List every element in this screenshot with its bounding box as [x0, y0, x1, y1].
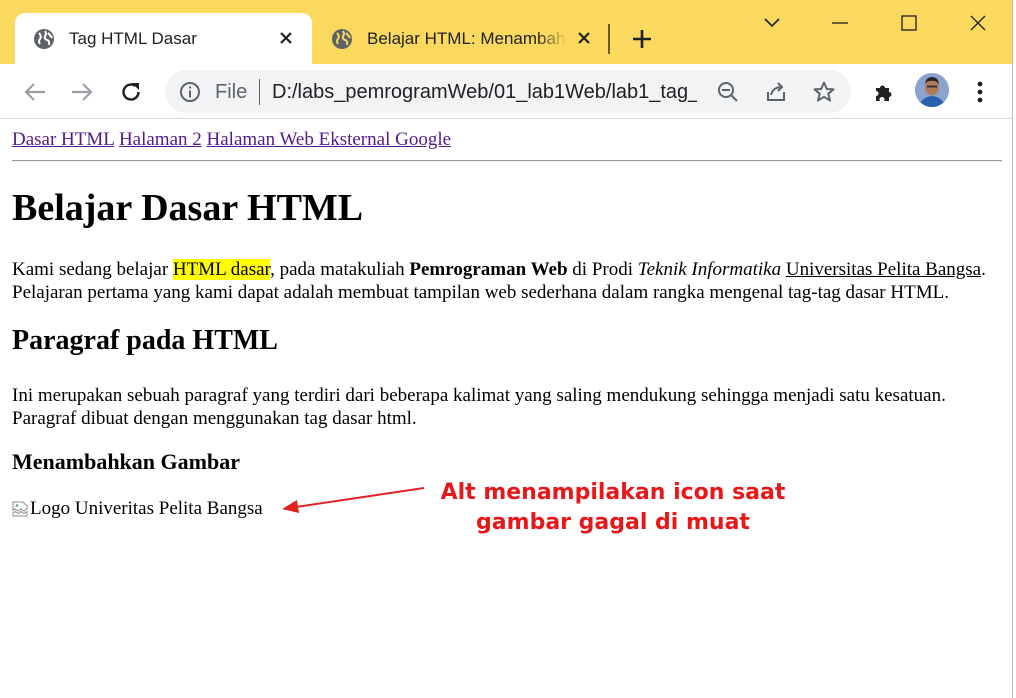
bold-text: Pemrograman Web	[409, 259, 568, 280]
link-dasar-html[interactable]: Dasar HTML	[12, 129, 114, 150]
bookmark-star-icon[interactable]	[812, 80, 836, 104]
back-button[interactable]	[18, 75, 52, 109]
avatar-icon	[915, 73, 949, 107]
paragraph-paragraf: Ini merupakan sebuah paragraf yang terdi…	[12, 385, 946, 429]
zoom-out-icon[interactable]	[716, 80, 740, 104]
image-alt-text: Logo Univeritas Pelita Bangsa	[30, 498, 263, 519]
annotation-text: Alt menampilakan icon saat gambar gagal …	[430, 478, 796, 538]
extensions-button[interactable]	[870, 78, 898, 106]
underlined-text: Universitas Pelita Bangsa	[785, 259, 982, 280]
minimize-icon	[832, 22, 848, 24]
address-bar[interactable]: File D:/labs_pemrogramWeb/01_lab1Web/lab…	[165, 70, 851, 113]
close-tab-icon[interactable]	[574, 28, 594, 48]
link-halaman-2[interactable]: Halaman 2	[119, 129, 202, 150]
arrow-right-icon	[72, 83, 93, 101]
tab-search-button[interactable]	[752, 6, 792, 40]
section-heading-paragraf: Paragraf pada HTML	[12, 325, 278, 356]
browser-toolbar: File D:/labs_pemrogramWeb/01_lab1Web/lab…	[0, 64, 1016, 119]
page-title: Belajar Dasar HTML	[12, 187, 364, 229]
maximize-button[interactable]	[889, 6, 929, 40]
url-text[interactable]: D:/labs_pemrogramWeb/01_lab1Web/lab1_tag…	[272, 81, 697, 104]
arrow-left-icon	[24, 83, 45, 101]
annotation-arrow	[282, 487, 425, 513]
kebab-menu-icon	[977, 81, 983, 103]
info-icon[interactable]	[179, 81, 201, 103]
nav-links: Dasar HTML Halaman 2 Halaman Web Ekstern…	[12, 129, 451, 151]
puzzle-icon	[876, 85, 892, 101]
tab-title: Belajar HTML: Menambahkan Gambar	[367, 28, 567, 48]
annotation-line-1: Alt menampilakan icon saat	[440, 480, 786, 505]
text-span: Kami sedang belajar	[12, 259, 173, 280]
tab-tag-html-dasar[interactable]: Tag HTML Dasar	[15, 13, 312, 64]
page-content: Dasar HTML Halaman 2 Halaman Web Ekstern…	[0, 120, 1012, 698]
reload-button[interactable]	[114, 75, 148, 109]
share-icon[interactable]	[764, 80, 788, 104]
new-tab-button[interactable]	[627, 24, 657, 54]
broken-image: Logo Univeritas Pelita Bangsa	[12, 498, 263, 520]
close-tab-icon[interactable]	[276, 28, 296, 48]
scheme-label: File	[215, 81, 248, 103]
plus-icon	[633, 30, 651, 48]
maximize-icon	[901, 15, 917, 31]
annotation-line-2: gambar gagal di muat	[476, 510, 750, 535]
italic-text: Teknik Informatika	[637, 259, 782, 280]
horizontal-rule	[12, 160, 1002, 162]
profile-avatar[interactable]	[915, 73, 949, 107]
text-span: di Prodi	[567, 259, 638, 280]
close-window-button[interactable]	[958, 6, 998, 40]
tab-belajar-html[interactable]: Belajar HTML: Menambahkan Gambar	[316, 13, 604, 64]
text-span: , pada matakuliah	[270, 259, 410, 280]
minimize-button[interactable]	[820, 6, 860, 40]
intro-paragraph: Kami sedang belajar HTML dasar, pada mat…	[12, 258, 1012, 304]
tab-strip: Tag HTML Dasar Belajar HTML: Menambahkan…	[0, 0, 1016, 64]
section-heading-gambar: Menambahkan Gambar	[12, 449, 240, 474]
highlighted-text: HTML dasar	[172, 259, 271, 280]
close-icon	[970, 15, 986, 31]
tab-separator	[608, 24, 610, 54]
globe-icon	[332, 28, 352, 49]
globe-icon	[34, 28, 54, 49]
broken-image-icon	[12, 501, 28, 517]
link-google[interactable]: Halaman Web Eksternal Google	[207, 129, 452, 150]
tab-title: Tag HTML Dasar	[69, 28, 197, 48]
background-window-edge	[1012, 0, 1016, 698]
menu-button[interactable]	[966, 78, 994, 106]
reload-icon	[122, 83, 140, 101]
forward-button[interactable]	[65, 75, 99, 109]
address-separator	[259, 79, 260, 105]
chevron-down-icon	[764, 18, 780, 28]
